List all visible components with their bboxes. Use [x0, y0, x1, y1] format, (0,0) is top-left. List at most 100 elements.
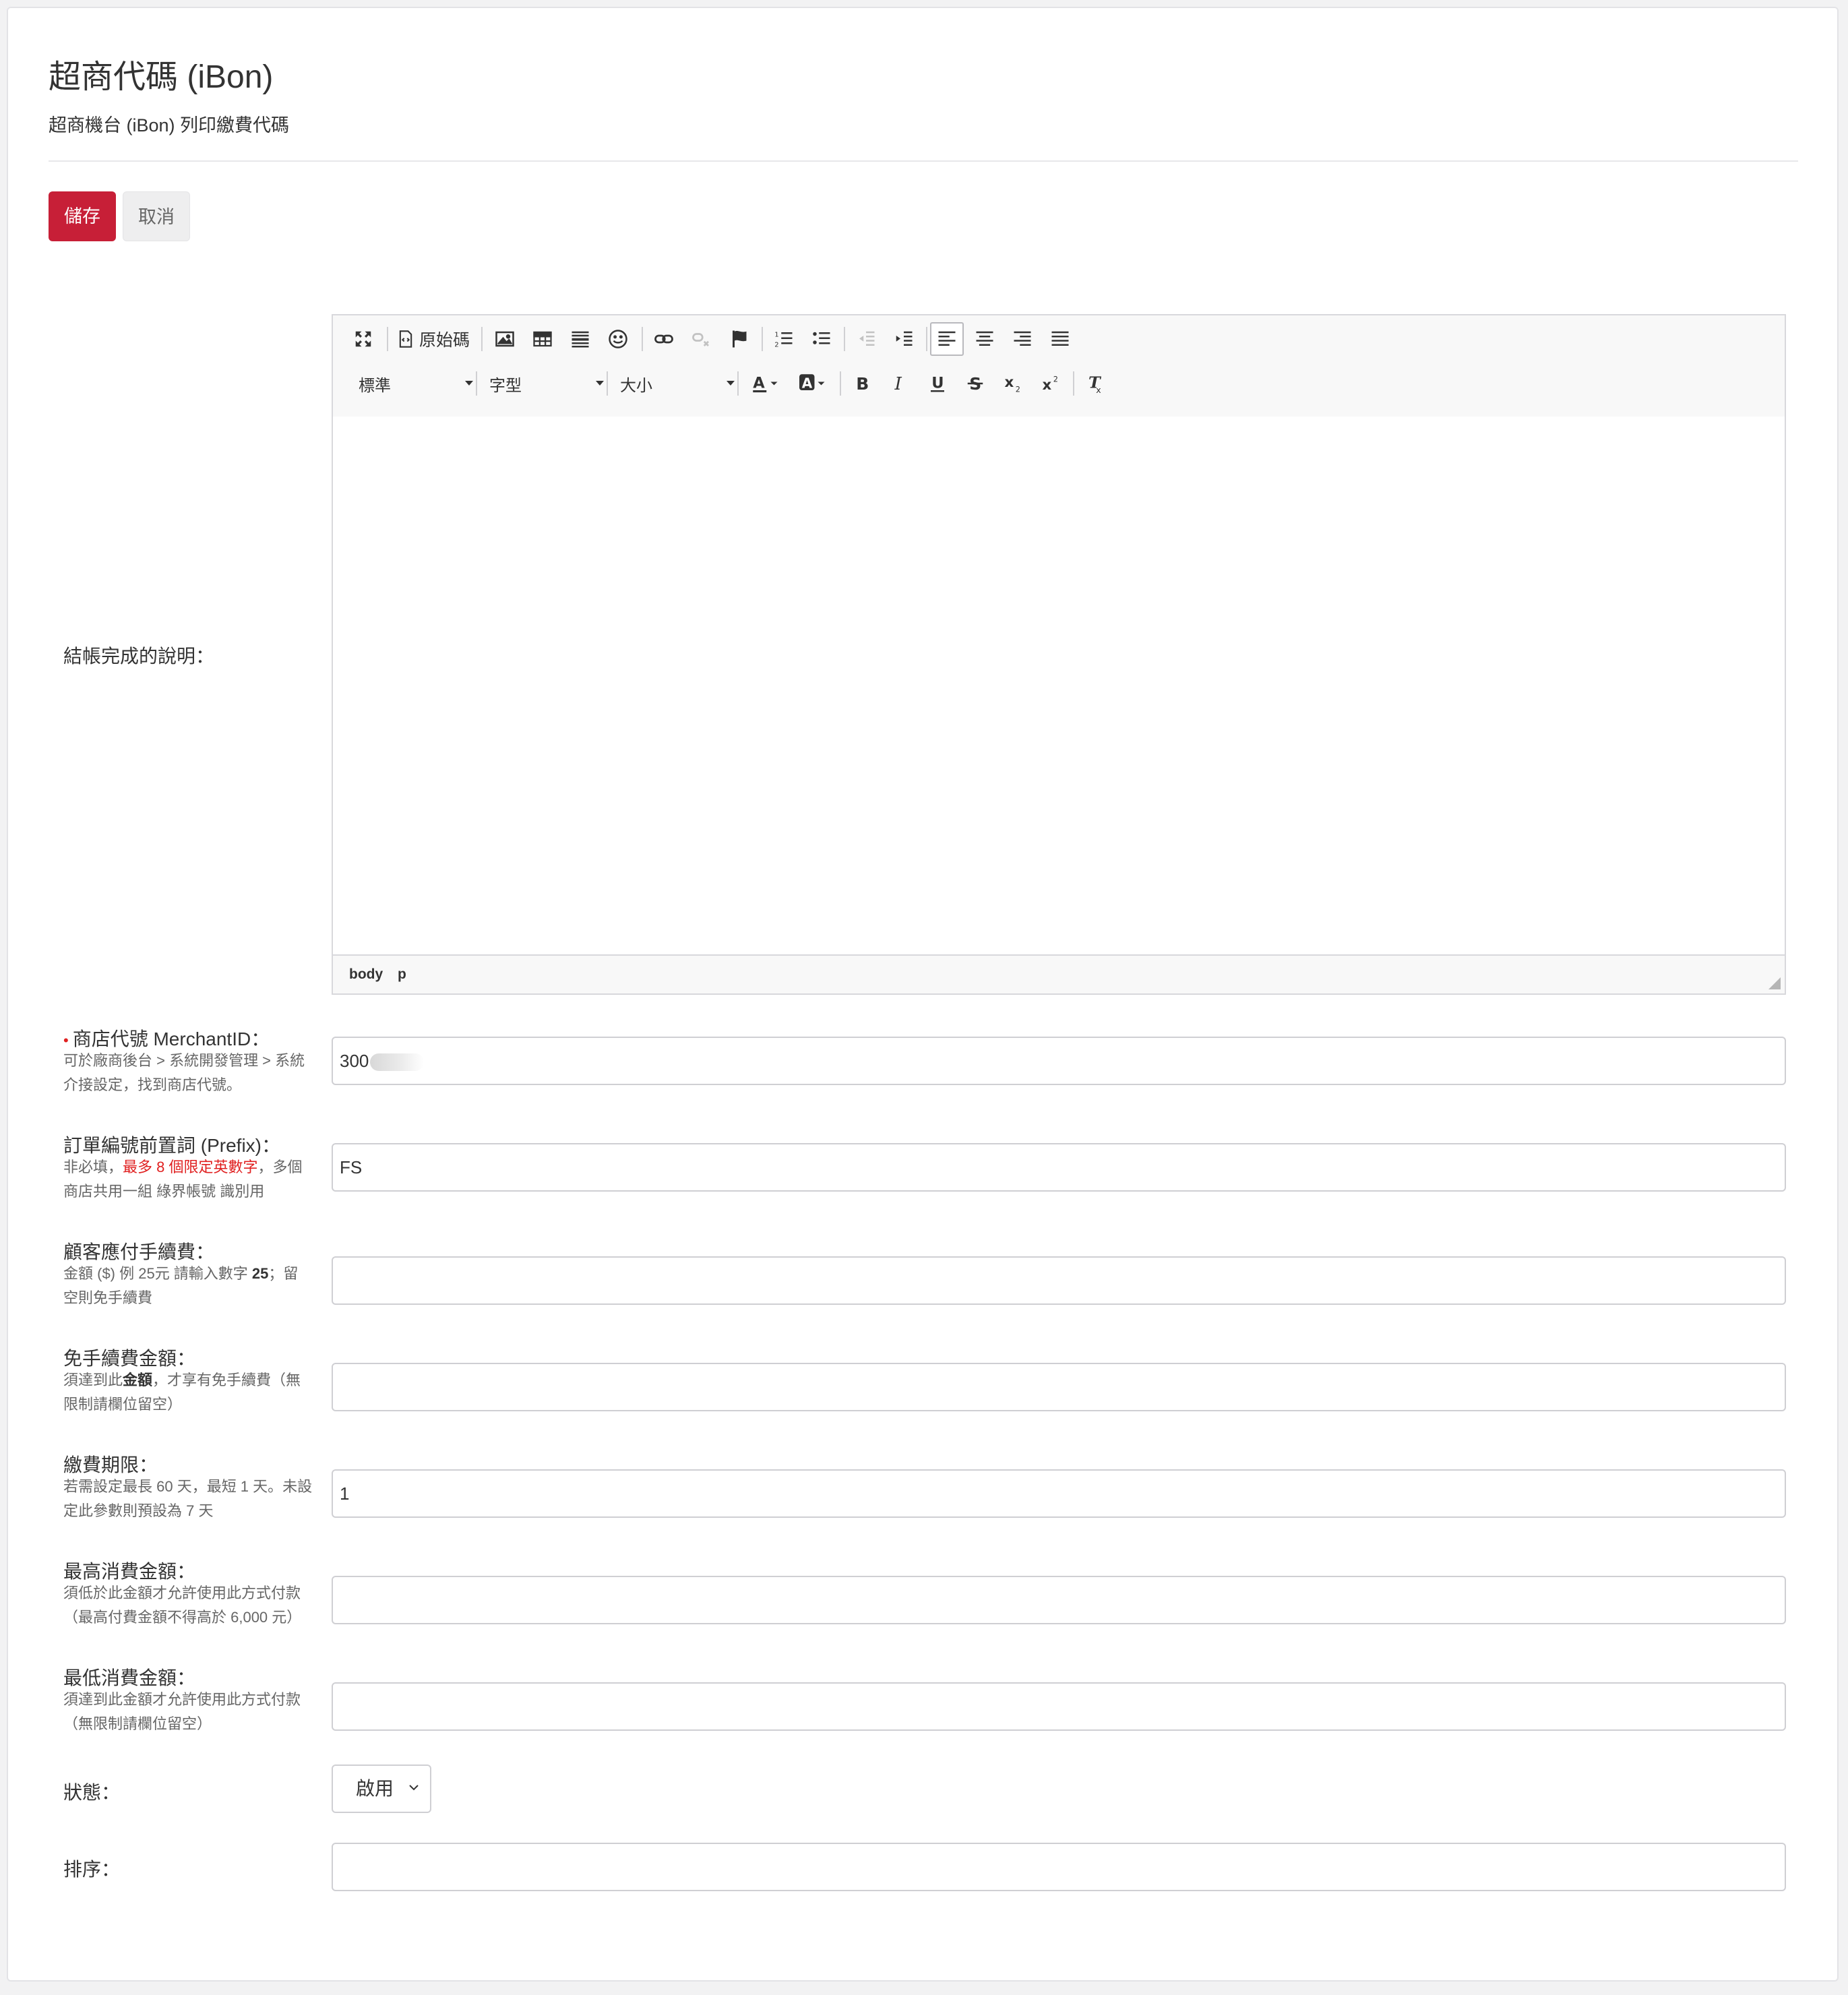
fee-hint: 金額 ($) 例 25元 請輸入數字 25；留空則免手續費 — [63, 1265, 299, 1306]
resize-handle[interactable] — [1768, 977, 1781, 989]
toolbar-separator — [476, 371, 477, 396]
smiley-icon[interactable] — [601, 322, 635, 356]
toolbar-separator — [642, 327, 643, 351]
toolbar-separator — [737, 371, 739, 396]
free-fee-hint: 須達到此金額，才享有免手續費（無限制請欄位留空） — [63, 1372, 301, 1413]
fee-input[interactable] — [332, 1256, 1786, 1305]
rich-text-editor: 原始碼 1 2 標準 字型 大小 A A B I U S x 2 x 2 T x… — [332, 314, 1786, 995]
toolbar-separator — [840, 371, 841, 396]
status-select-value: 啟用 — [356, 1778, 394, 1799]
chevron-down-icon — [465, 381, 473, 386]
merchant-id-input[interactable]: 300 — [332, 1037, 1786, 1085]
justify-icon[interactable] — [1043, 322, 1077, 356]
numbered-list-icon[interactable]: 12 — [767, 322, 801, 356]
status-select[interactable]: 啟用 — [332, 1764, 431, 1813]
svg-text:2: 2 — [1016, 386, 1020, 394]
min-amount-label: 最低消費金額： — [63, 1667, 196, 1688]
svg-text:A: A — [802, 375, 813, 391]
merchant-label: • 商店代號 MerchantID： — [63, 1024, 270, 1051]
editor-label: 結帳完成的說明： — [63, 646, 215, 667]
min-amount-hint: 須達到此金額才允許使用此方式付款（無限制請欄位留空） — [63, 1691, 301, 1732]
size-combo[interactable]: 大小 — [620, 366, 735, 401]
size-combo-value: 大小 — [620, 376, 652, 395]
table-icon[interactable] — [526, 322, 559, 356]
toolbar-separator — [844, 327, 845, 351]
text-color-icon[interactable]: A — [744, 367, 787, 400]
toolbar-separator — [926, 327, 927, 351]
superscript-icon[interactable]: x2 — [1034, 367, 1068, 400]
toolbar-separator — [481, 327, 483, 351]
toolbar-separator — [607, 371, 608, 396]
unlink-icon[interactable] — [685, 322, 718, 356]
svg-text:B: B — [856, 374, 869, 394]
sort-input[interactable] — [332, 1843, 1786, 1891]
max-amount-hint: 須低於此金額才允許使用此方式付款（最高付費金額不得高於 6,000 元） — [63, 1585, 302, 1626]
svg-text:A: A — [753, 374, 765, 392]
redacted-blur — [370, 1053, 425, 1072]
image-icon[interactable] — [488, 322, 522, 356]
align-center-icon[interactable] — [968, 322, 1002, 356]
toolbar-separator — [387, 327, 388, 351]
maximize-icon[interactable] — [346, 322, 380, 356]
anchor-icon[interactable] — [722, 322, 756, 356]
svg-text:2: 2 — [774, 341, 778, 348]
svg-text:x: x — [1043, 377, 1052, 394]
page-title: 超商代碼 (iBon) — [49, 59, 274, 95]
required-marker: • — [63, 1032, 69, 1049]
indent-icon[interactable] — [887, 322, 921, 356]
strike-icon[interactable]: S — [958, 367, 992, 400]
horizontal-rule-icon[interactable] — [563, 322, 597, 356]
page-subtitle: 超商機台 (iBon) 列印繳費代碼 — [49, 115, 290, 135]
merchant-label-text: 商店代號 MerchantID： — [72, 1029, 270, 1049]
free-fee-input[interactable] — [332, 1363, 1786, 1411]
underline-icon[interactable]: U — [921, 367, 954, 400]
editor-statusbar: body p — [333, 954, 1785, 993]
font-combo[interactable]: 字型 — [489, 366, 604, 401]
background-color-icon[interactable]: A — [791, 367, 834, 400]
deadline-hint: 若需設定最長 60 天，最短 1 天。未設定此參數則預設為 7 天 — [63, 1478, 313, 1519]
path-body[interactable]: body — [349, 966, 383, 983]
merchant-id-value: 300 — [340, 1051, 369, 1071]
font-combo-value: 字型 — [489, 376, 522, 395]
prefix-label: 訂單編號前置詞 (Prefix)： — [63, 1135, 281, 1156]
toolbar-separator — [762, 327, 763, 351]
bold-icon[interactable]: B — [845, 367, 879, 400]
sort-label: 排序： — [63, 1859, 121, 1880]
remove-format-icon[interactable]: Tx — [1078, 367, 1112, 400]
format-combo[interactable]: 標準 — [359, 366, 473, 401]
deadline-input[interactable]: 1 — [332, 1469, 1786, 1518]
save-button[interactable]: 儲存 — [49, 191, 116, 241]
svg-text:1: 1 — [774, 331, 778, 338]
free-fee-label: 免手續費金額： — [63, 1348, 196, 1369]
chevron-down-icon — [596, 381, 604, 386]
source-icon — [399, 330, 412, 348]
source-button[interactable]: 原始碼 — [396, 322, 470, 356]
link-icon[interactable] — [647, 322, 681, 356]
chevron-down-icon — [409, 1785, 419, 1791]
svg-text:I: I — [894, 374, 902, 394]
source-label: 原始碼 — [419, 331, 470, 350]
editor-toolbar: 原始碼 1 2 標準 字型 大小 A A B I U S x 2 x 2 T x — [333, 315, 1785, 418]
prefix-hint: 非必填，最多 8 個限定英數字，多個商店共用一組 綠界帳號 識別用 — [63, 1159, 303, 1200]
cancel-button[interactable]: 取消 — [123, 191, 190, 241]
prefix-input[interactable]: FS — [332, 1143, 1786, 1192]
min-amount-input[interactable] — [332, 1682, 1786, 1731]
svg-text:U: U — [931, 374, 944, 392]
fee-label: 顧客應付手續費： — [63, 1241, 215, 1262]
bulleted-list-icon[interactable] — [805, 322, 838, 356]
subscript-icon[interactable]: x2 — [996, 367, 1030, 400]
path-p[interactable]: p — [398, 966, 406, 983]
svg-text:x: x — [1005, 374, 1014, 391]
editor-content-area[interactable] — [333, 417, 1785, 956]
align-right-icon[interactable] — [1006, 322, 1039, 356]
format-combo-value: 標準 — [359, 376, 391, 395]
svg-text:x: x — [1096, 385, 1101, 394]
divider — [49, 160, 1798, 162]
max-amount-label: 最高消費金額： — [63, 1561, 196, 1582]
italic-icon[interactable]: I — [883, 367, 917, 400]
outdent-icon[interactable] — [849, 322, 883, 356]
merchant-hint: 可於廠商後台 > 系統開發管理 > 系統介接設定，找到商店代號。 — [63, 1052, 305, 1093]
svg-text:2: 2 — [1053, 375, 1058, 384]
max-amount-input[interactable] — [332, 1576, 1786, 1624]
align-left-icon[interactable] — [930, 322, 964, 356]
